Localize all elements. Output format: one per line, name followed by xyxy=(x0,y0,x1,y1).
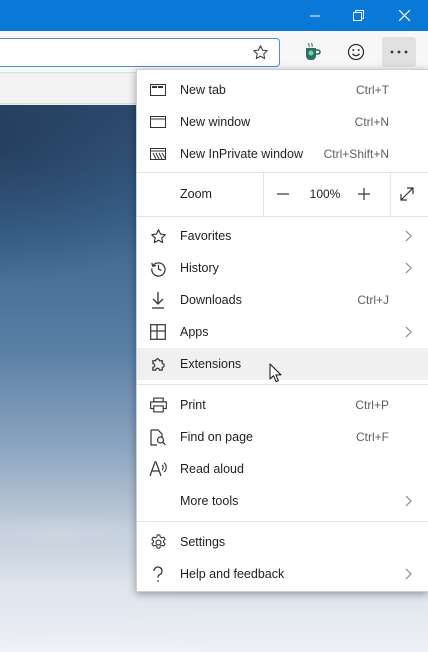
zoom-row: Zoom 100% xyxy=(137,172,428,216)
menu-item-label: Print xyxy=(180,398,206,412)
menu-item-find-on-page[interactable]: Find on page Ctrl+F xyxy=(137,421,428,453)
menu-item-favorites[interactable]: Favorites xyxy=(137,220,428,252)
history-icon xyxy=(149,259,167,277)
menu-item-label: Extensions xyxy=(180,357,242,371)
menu-item-label: New window xyxy=(180,115,251,129)
menu-item-settings[interactable]: Settings xyxy=(137,526,428,558)
menu-item-label: Find on page xyxy=(180,430,253,444)
zoom-value: 100% xyxy=(309,187,341,201)
minimize-button[interactable] xyxy=(294,0,336,31)
ellipsis-icon xyxy=(390,50,408,54)
read-aloud-icon xyxy=(149,460,167,478)
apps-icon xyxy=(149,323,167,341)
menu-item-label: History xyxy=(180,261,219,275)
restore-button[interactable] xyxy=(338,0,380,31)
zoom-divider xyxy=(263,172,264,216)
menu-item-help-and-feedback[interactable]: Help and feedback xyxy=(137,558,428,590)
title-bar xyxy=(0,0,428,31)
coffee-cup-extension-icon xyxy=(306,42,321,60)
feedback-button[interactable] xyxy=(339,37,373,67)
menu-item-shortcut: Ctrl+Shift+N xyxy=(323,147,389,161)
minimize-icon xyxy=(310,15,320,16)
puzzle-icon xyxy=(149,355,167,373)
fullscreen-icon xyxy=(400,187,414,201)
menu-item-history[interactable]: History xyxy=(137,252,428,284)
menu-item-label: Apps xyxy=(180,325,209,339)
favorite-button[interactable] xyxy=(252,44,269,64)
star-icon xyxy=(149,227,167,245)
chevron-right-icon xyxy=(403,325,413,339)
new-window-icon xyxy=(149,113,167,131)
menu-item-downloads[interactable]: Downloads Ctrl+J xyxy=(137,284,428,316)
printer-icon xyxy=(149,396,167,414)
smiley-icon xyxy=(347,43,365,61)
menu-item-label: Settings xyxy=(180,535,226,549)
inprivate-icon xyxy=(149,145,167,163)
menu-item-shortcut: Ctrl+F xyxy=(356,430,389,444)
menu-item-more-tools[interactable]: More tools xyxy=(137,485,428,517)
menu-separator xyxy=(137,216,428,217)
find-icon xyxy=(149,428,167,446)
new-tab-icon xyxy=(149,81,167,99)
close-icon xyxy=(398,10,410,21)
menu-item-label: New InPrivate window xyxy=(180,147,303,161)
mouse-cursor-icon xyxy=(269,363,283,386)
minus-icon xyxy=(277,193,289,195)
menu-item-label: More tools xyxy=(180,494,239,508)
address-bar[interactable] xyxy=(0,38,280,67)
menu-item-label: Help and feedback xyxy=(180,567,285,581)
browser-toolbar xyxy=(0,31,428,73)
chevron-right-icon xyxy=(403,229,413,243)
zoom-label: Zoom xyxy=(180,187,212,201)
menu-item-new-tab[interactable]: New tab Ctrl+T xyxy=(137,74,428,106)
menu-item-label: New tab xyxy=(180,83,226,97)
chevron-right-icon xyxy=(403,494,413,508)
menu-item-new-inprivate-window[interactable]: New InPrivate window Ctrl+Shift+N xyxy=(137,138,428,170)
chevron-right-icon xyxy=(403,567,413,581)
menu-item-print[interactable]: Print Ctrl+P xyxy=(137,389,428,421)
menu-separator xyxy=(137,521,428,522)
plus-icon xyxy=(358,188,370,200)
menu-item-shortcut: Ctrl+P xyxy=(355,398,389,412)
gear-icon xyxy=(149,533,167,551)
zoom-divider xyxy=(390,172,391,216)
help-icon xyxy=(149,565,167,583)
menu-item-new-window[interactable]: New window Ctrl+N xyxy=(137,106,428,138)
menu-item-read-aloud[interactable]: Read aloud xyxy=(137,453,428,485)
zoom-out-button[interactable] xyxy=(271,184,295,204)
menu-item-label: Read aloud xyxy=(180,462,244,476)
star-outline-icon xyxy=(253,45,268,60)
menu-item-shortcut: Ctrl+J xyxy=(357,293,389,307)
menu-item-label: Favorites xyxy=(180,229,232,243)
settings-menu: New tab Ctrl+T New window Ctrl+N New InP… xyxy=(136,69,428,592)
zoom-in-button[interactable] xyxy=(352,184,376,204)
close-button[interactable] xyxy=(383,0,425,31)
menu-item-apps[interactable]: Apps xyxy=(137,316,428,348)
menu-item-label: Downloads xyxy=(180,293,242,307)
settings-and-more-button[interactable] xyxy=(382,37,416,67)
menu-item-shortcut: Ctrl+N xyxy=(354,115,389,129)
fullscreen-button[interactable] xyxy=(395,184,419,204)
extension-button[interactable] xyxy=(295,37,329,67)
chevron-right-icon xyxy=(403,261,413,275)
download-icon xyxy=(149,291,167,309)
menu-item-shortcut: Ctrl+T xyxy=(356,83,389,97)
restore-icon xyxy=(353,9,364,21)
